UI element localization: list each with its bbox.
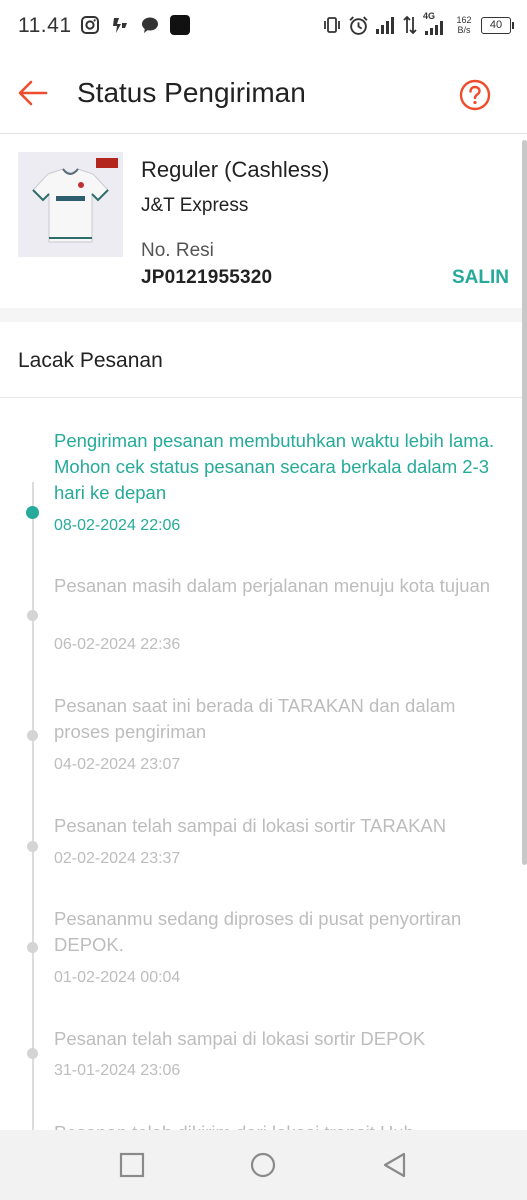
network-speed-unit: B/s xyxy=(457,25,471,35)
timeline-line xyxy=(32,482,34,1130)
timeline-dot xyxy=(27,610,38,621)
system-icons: 4G 162 B/s 40 xyxy=(322,11,514,36)
timeline-dot xyxy=(27,942,38,953)
system-navigation-bar xyxy=(0,1130,527,1200)
tracking-timeline: Pengiriman pesanan membutuhkan waktu leb… xyxy=(0,398,527,1130)
question-circle-icon[interactable] xyxy=(459,79,491,111)
section-divider xyxy=(0,308,527,322)
event-description: Pesanan masih dalam perjalanan menuju ko… xyxy=(54,575,491,596)
event-time: 31-01-2024 23:06 xyxy=(54,1062,181,1079)
event-description: Pesanan saat ini berada di TARAKAN dan d… xyxy=(54,695,456,742)
scrollbar[interactable] xyxy=(522,140,527,865)
event-time: 01-02-2024 00:04 xyxy=(54,969,181,986)
timeline-dot xyxy=(27,1048,38,1059)
tracking-number-label: No. Resi xyxy=(141,240,214,261)
battery-level: 40 xyxy=(489,18,503,31)
event-description: Pesanan telah dikirim dari lokasi transi… xyxy=(54,1120,509,1130)
chat-icon xyxy=(142,17,158,33)
copy-button[interactable]: SALIN xyxy=(452,267,509,289)
jersey-image xyxy=(18,152,123,257)
app-bar: Status Pengiriman xyxy=(0,56,527,134)
square-icon[interactable] xyxy=(119,1152,145,1178)
app-black-icon xyxy=(170,15,190,35)
tracking-title: Lacak Pesanan xyxy=(18,349,163,372)
signal-4g-icon: 4G xyxy=(423,11,447,36)
instagram-icon xyxy=(81,16,99,34)
event-description: Pesananmu sedang diproses di pusat penyo… xyxy=(54,908,462,955)
data-transfer-icon xyxy=(403,15,417,35)
app-notification-icon xyxy=(113,18,127,33)
event-description: Pesanan telah sampai di lokasi sortir TA… xyxy=(54,815,447,836)
tracking-header: Lacak Pesanan xyxy=(0,322,527,398)
network-speed: 162 B/s xyxy=(453,15,475,35)
tracking-number: JP0121955320 xyxy=(141,267,273,288)
alarm-icon xyxy=(349,15,368,35)
event-description: Pesanan telah sampai di lokasi sortir DE… xyxy=(54,1028,426,1049)
page-title: Status Pengiriman xyxy=(77,77,306,108)
signal-icon xyxy=(376,17,394,34)
circle-icon[interactable] xyxy=(250,1152,276,1178)
event-time: 04-02-2024 23:07 xyxy=(54,756,181,773)
timeline-dot xyxy=(27,730,38,741)
timeline-dot xyxy=(27,841,38,852)
event-description: Pengiriman pesanan membutuhkan waktu leb… xyxy=(54,430,495,503)
arrow-left-icon[interactable] xyxy=(16,78,50,108)
triangle-back-icon[interactable] xyxy=(382,1152,408,1178)
vibrate-icon xyxy=(324,17,340,33)
courier-name: J&T Express xyxy=(141,195,249,216)
timeline-dot-active xyxy=(26,506,39,519)
event-time: 08-02-2024 22:06 xyxy=(54,517,181,534)
network-speed-value: 162 xyxy=(456,15,472,25)
status-time: 11.41 xyxy=(18,14,72,37)
status-bar: 11.41 4G 162 B/s 40 xyxy=(0,0,527,56)
shipping-info-card: Reguler (Cashless) J&T Express No. Resi … xyxy=(0,135,527,308)
product-thumbnail[interactable] xyxy=(18,152,123,257)
battery-icon: 40 xyxy=(481,16,514,34)
notification-icons xyxy=(80,15,190,35)
shipping-method: Reguler (Cashless) xyxy=(141,157,330,182)
event-time: 02-02-2024 23:37 xyxy=(54,850,181,867)
event-time: 06-02-2024 22:36 xyxy=(54,636,181,653)
